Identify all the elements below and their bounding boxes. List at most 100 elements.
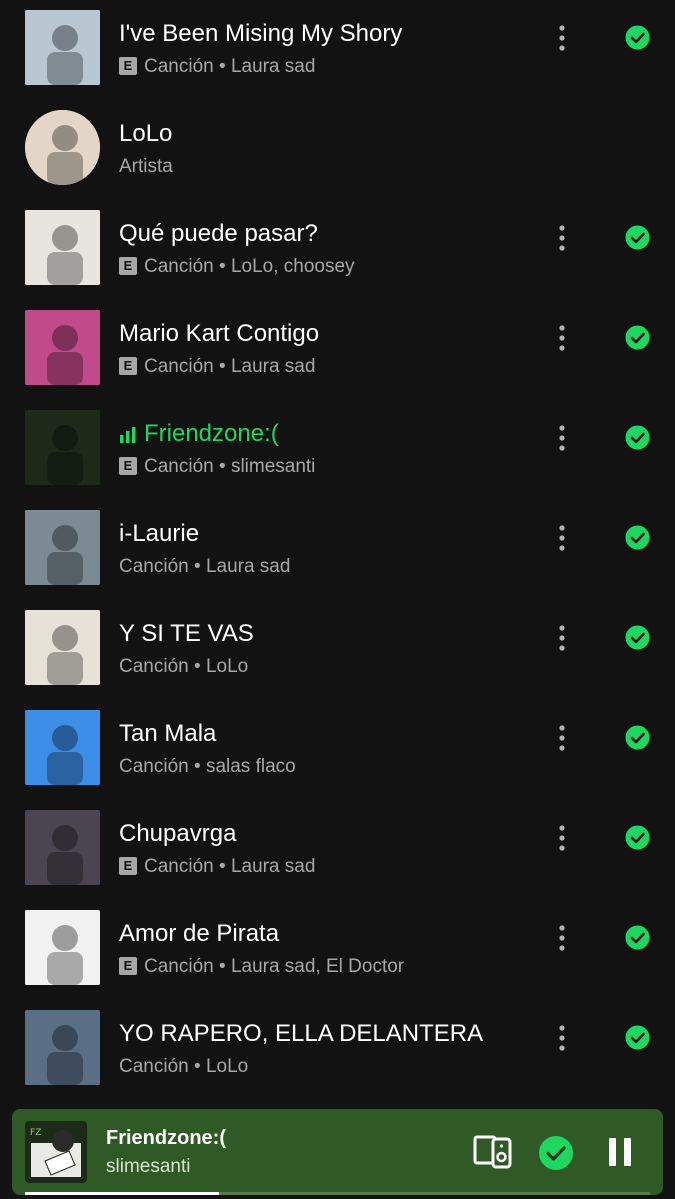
track-type: Canción: [144, 956, 214, 977]
album-cover-drawing: [25, 610, 100, 685]
more-options-icon[interactable]: [552, 24, 572, 54]
explicit-badge: E: [119, 957, 137, 975]
separator: •: [213, 856, 231, 877]
track-title: Mario Kart Contigo: [119, 320, 320, 347]
downloaded-check-icon[interactable]: [625, 525, 650, 550]
downloaded-check-icon[interactable]: [625, 25, 650, 50]
track-title: Y SI TE VAS: [119, 620, 254, 647]
artist-photo: [25, 110, 100, 185]
track-subtitle: Canción • slimesanti: [144, 454, 315, 480]
track-row[interactable]: Friendzone:( E Canción • slimesanti: [0, 400, 675, 500]
artist-row[interactable]: LoLo Artista: [0, 100, 675, 200]
downloaded-check-icon[interactable]: [625, 425, 650, 450]
explicit-badge: E: [119, 257, 137, 275]
more-options-icon[interactable]: [552, 524, 572, 554]
downloaded-check-icon[interactable]: [625, 1025, 650, 1050]
separator: •: [188, 1056, 206, 1077]
track-type: Canción: [119, 656, 189, 677]
separator: •: [213, 256, 231, 277]
track-artist: slimesanti: [230, 456, 316, 477]
album-cover-photo: [25, 810, 100, 885]
mini-player[interactable]: FZ Friendzone:( slimesanti: [12, 1109, 663, 1195]
explicit-badge: E: [119, 857, 137, 875]
svg-text:FZ: FZ: [30, 1128, 41, 1138]
track-row[interactable]: YO RAPERO, ELLA DELANTERA Canción • LoLo: [0, 1000, 675, 1100]
separator: •: [213, 956, 231, 977]
track-subtitle: Canción • Laura sad: [119, 554, 290, 580]
downloaded-check-icon[interactable]: [625, 325, 650, 350]
now-playing-equalizer-icon: [119, 427, 137, 443]
album-cover-collage: [25, 510, 100, 585]
more-options-icon[interactable]: [552, 224, 572, 254]
track-row[interactable]: Qué puede pasar? E Canción • LoLo, choosey: [0, 200, 675, 300]
more-options-icon[interactable]: [552, 1024, 572, 1054]
track-type: Canción: [119, 1056, 189, 1077]
track-row[interactable]: I've Been Mising My Shory E Canción • Laur…: [0, 0, 675, 100]
now-playing-artwork: FZ: [25, 1121, 87, 1183]
track-title: Friendzone:(: [144, 420, 279, 447]
track-row[interactable]: Chupavrga E Canción • Laura sad: [0, 800, 675, 900]
track-artist: Laura sad: [230, 56, 316, 77]
separator: •: [188, 556, 206, 577]
track-artist: LoLo, choosey: [230, 256, 355, 277]
progress-fill: [25, 1192, 219, 1195]
track-artist: Laura sad: [205, 556, 291, 577]
album-cover-sketch: [25, 910, 100, 985]
track-title: Qué puede pasar?: [119, 220, 318, 247]
track-title: Chupavrga: [119, 820, 237, 847]
track-type: Canción: [144, 356, 214, 377]
more-options-icon[interactable]: [552, 924, 572, 954]
downloaded-check-icon[interactable]: [625, 625, 650, 650]
separator: •: [213, 456, 231, 477]
track-row[interactable]: i-Laurie Canción • Laura sad: [0, 500, 675, 600]
album-cover-drawing: [25, 410, 100, 485]
explicit-badge: E: [119, 57, 137, 75]
album-cover-photo: [25, 1010, 100, 1085]
track-subtitle: Canción • Laura sad: [144, 54, 315, 80]
now-playing-title[interactable]: Friendzone:(: [106, 1127, 226, 1150]
album-cover-hands: [25, 710, 100, 785]
track-title: i-Laurie: [119, 520, 200, 547]
track-type: Canción: [119, 556, 189, 577]
downloaded-check-icon[interactable]: [625, 725, 650, 750]
track-artist: Laura sad: [230, 356, 316, 377]
more-options-icon[interactable]: [552, 324, 572, 354]
album-cover-collage: [25, 210, 100, 285]
track-row[interactable]: Mario Kart Contigo E Canción • Laura sad: [0, 300, 675, 400]
separator: •: [188, 656, 206, 677]
connect-device-icon[interactable]: [473, 1134, 513, 1170]
album-cover-photo: [25, 10, 100, 85]
downloaded-check-icon[interactable]: [625, 925, 650, 950]
track-row[interactable]: Tan Mala Canción • salas flaco: [0, 700, 675, 800]
separator: •: [188, 756, 206, 777]
track-subtitle: Canción • LoLo, choosey: [144, 254, 355, 280]
track-type: Artista: [119, 156, 173, 177]
downloaded-check-icon[interactable]: [625, 825, 650, 850]
pause-button[interactable]: [606, 1137, 634, 1167]
track-subtitle: Canción • salas flaco: [119, 754, 296, 780]
track-title: Amor de Pirata: [119, 920, 280, 947]
track-type: Canción: [119, 756, 189, 777]
more-options-icon[interactable]: [552, 624, 572, 654]
more-options-icon[interactable]: [552, 724, 572, 754]
track-subtitle: Artista: [119, 154, 173, 180]
track-subtitle: Canción • Laura sad: [144, 354, 315, 380]
track-type: Canción: [144, 456, 214, 477]
downloaded-check-icon[interactable]: [625, 225, 650, 250]
track-title: LoLo: [119, 120, 173, 147]
track-row[interactable]: Y SI TE VAS Canción • LoLo: [0, 600, 675, 700]
more-options-icon[interactable]: [552, 424, 572, 454]
separator: •: [213, 356, 231, 377]
album-cover-art: [25, 310, 100, 385]
explicit-badge: E: [119, 357, 137, 375]
track-artist: Laura sad, El Doctor: [230, 956, 405, 977]
explicit-badge: E: [119, 457, 137, 475]
saved-check-icon[interactable]: [538, 1135, 574, 1171]
track-type: Canción: [144, 856, 214, 877]
separator: •: [213, 56, 231, 77]
track-row[interactable]: Amor de Pirata E Canción • Laura sad, El D…: [0, 900, 675, 1000]
track-artist: LoLo: [205, 656, 249, 677]
more-options-icon[interactable]: [552, 824, 572, 854]
track-title: Tan Mala: [119, 720, 217, 747]
now-playing-artist[interactable]: slimesanti: [106, 1156, 190, 1178]
